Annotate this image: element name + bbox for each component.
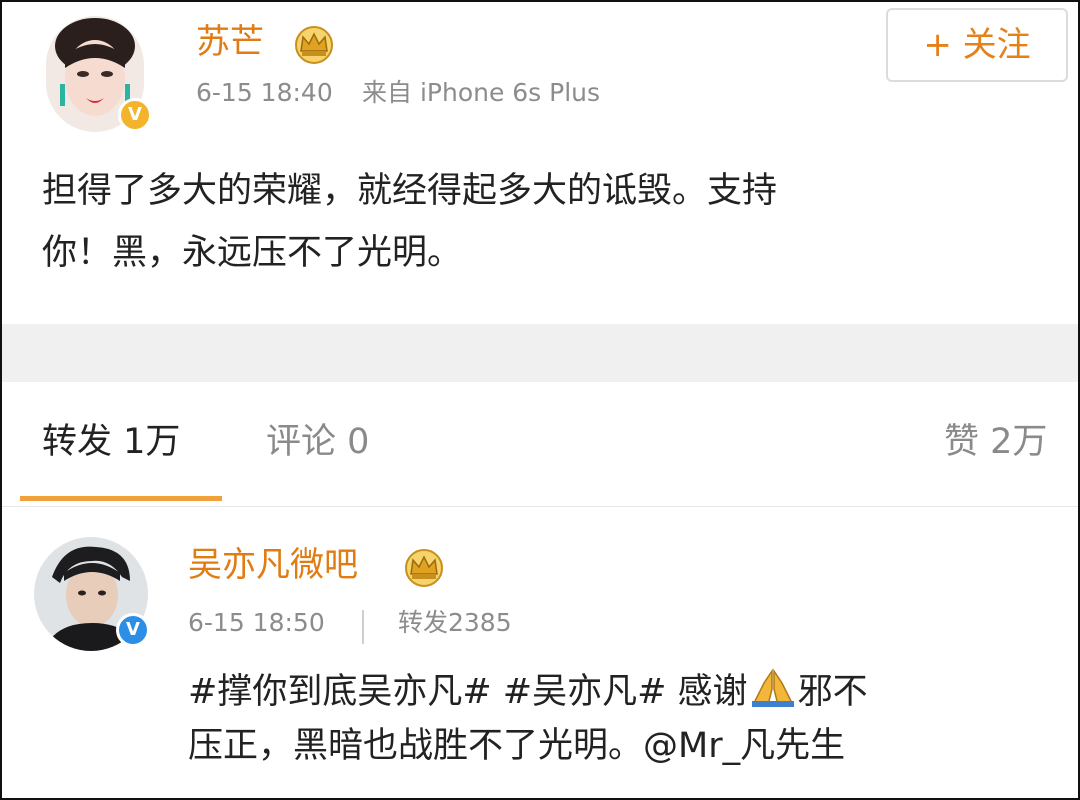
repost-time: 6-15 18:50 bbox=[188, 608, 325, 637]
verified-v-icon: V bbox=[118, 98, 152, 132]
crown-icon bbox=[405, 549, 443, 587]
repost-author-name[interactable]: 吴亦凡微吧 bbox=[188, 545, 358, 585]
pray-emoji-icon bbox=[751, 668, 794, 707]
author-name[interactable]: 苏芒 bbox=[196, 22, 264, 62]
tab-repost[interactable]: 转发 1万 bbox=[42, 420, 180, 464]
weibo-post: V 苏芒 6-15 18:40 来自 iPhone 6s Plus + 关注 担… bbox=[2, 2, 1078, 324]
repost-count: 转发2385 bbox=[398, 608, 512, 637]
repost-content-line-2: 压正，黑暗也战胜不了光明。@Mr_凡先生 bbox=[188, 726, 846, 766]
post-time: 6-15 18:40 bbox=[196, 78, 333, 107]
post-content-line-1: 担得了多大的荣耀，就经得起多大的诋毁。支持 bbox=[42, 171, 778, 211]
active-tab-indicator bbox=[20, 496, 222, 501]
crown-icon bbox=[295, 26, 333, 64]
repost-content: #撑你到底吴亦凡# #吴亦凡# 感谢 邪不 压正，黑暗也战胜不了光明。@Mr_凡… bbox=[188, 665, 1068, 773]
repost-content-part-2: 邪不 bbox=[797, 672, 868, 712]
interaction-tabs: 转发 1万 评论 0 赞 2万 bbox=[2, 382, 1078, 507]
section-separator bbox=[2, 324, 1078, 382]
screenshot-frame: V 苏芒 6-15 18:40 来自 iPhone 6s Plus + 关注 担… bbox=[0, 0, 1080, 800]
tab-like[interactable]: 赞 2万 bbox=[944, 420, 1047, 464]
verified-v-icon: V bbox=[116, 613, 150, 647]
meta-divider bbox=[362, 610, 364, 644]
repost-content-part-1: #撑你到底吴亦凡# #吴亦凡# 感谢 bbox=[188, 672, 748, 712]
follow-button[interactable]: + 关注 bbox=[886, 8, 1068, 82]
tab-comment[interactable]: 评论 0 bbox=[266, 420, 369, 464]
post-content-line-2: 你！黑，永远压不了光明。 bbox=[42, 233, 463, 273]
post-source: 来自 iPhone 6s Plus bbox=[362, 78, 601, 107]
post-content: 担得了多大的荣耀，就经得起多大的诋毁。支持 你！黑，永远压不了光明。 bbox=[42, 160, 1032, 284]
repost-item: V 吴亦凡微吧 6-15 18:50 转发2385 #撑你到底吴亦凡# #吴亦凡… bbox=[2, 507, 1078, 798]
